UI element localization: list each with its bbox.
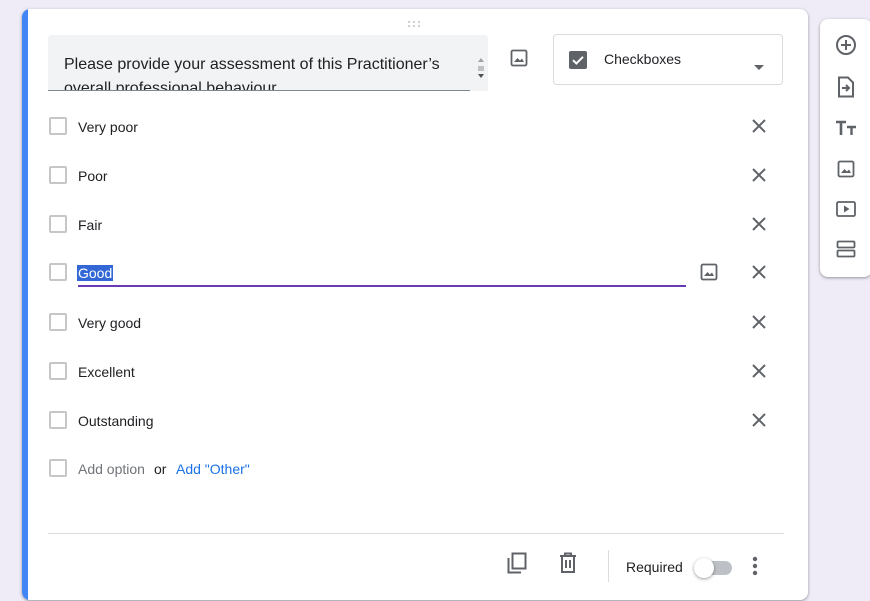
option-checkbox xyxy=(49,263,67,281)
question-type-label: Checkboxes xyxy=(604,51,682,67)
option-checkbox xyxy=(49,166,67,184)
add-option-link[interactable]: Add option xyxy=(78,461,145,477)
drag-handle-icon[interactable] xyxy=(406,15,422,27)
remove-option-close-icon[interactable] xyxy=(750,117,768,135)
question-card[interactable]: Please provide your assessment of this P… xyxy=(22,9,808,600)
add-question-icon[interactable] xyxy=(834,33,858,57)
option-row[interactable]: Excellent xyxy=(48,356,770,386)
add-option-row: Add option or Add "Other" xyxy=(48,453,548,483)
add-question-image-icon[interactable] xyxy=(508,47,530,69)
option-checkbox xyxy=(49,215,67,233)
option-label[interactable]: Fair xyxy=(78,217,102,233)
question-title-input[interactable]: Please provide your assessment of this P… xyxy=(48,35,488,91)
remove-option-close-icon[interactable] xyxy=(750,362,768,380)
option-input-underline[interactable] xyxy=(78,257,686,287)
required-toggle[interactable] xyxy=(694,558,734,578)
required-label: Required xyxy=(626,559,683,575)
option-label[interactable]: Very poor xyxy=(78,119,138,135)
more-vert-icon[interactable] xyxy=(752,556,758,581)
checkbox-checked-icon xyxy=(569,51,587,74)
option-row[interactable]: Fair xyxy=(48,209,770,239)
option-checkbox xyxy=(49,117,67,135)
chevron-down-icon xyxy=(754,57,764,75)
question-type-select[interactable]: Checkboxes xyxy=(553,34,783,85)
remove-option-close-icon[interactable] xyxy=(750,313,768,331)
question-footer: Required xyxy=(22,534,808,600)
option-checkbox xyxy=(49,459,67,477)
import-questions-icon[interactable] xyxy=(834,75,858,99)
remove-option-close-icon[interactable] xyxy=(750,263,768,281)
question-title-text: Please provide your assessment of this P… xyxy=(64,56,440,91)
toggle-thumb xyxy=(694,558,714,578)
side-toolbar xyxy=(820,19,870,277)
add-image-icon[interactable] xyxy=(834,157,858,181)
option-label[interactable]: Excellent xyxy=(78,364,135,380)
add-other-link[interactable]: Add "Other" xyxy=(176,461,250,477)
add-option-image-icon[interactable] xyxy=(700,263,718,281)
option-row[interactable]: Poor xyxy=(48,160,770,190)
option-checkbox xyxy=(49,411,67,429)
option-label[interactable]: Very good xyxy=(78,315,141,331)
remove-option-close-icon[interactable] xyxy=(750,215,768,233)
card-accent-bar xyxy=(22,9,28,600)
option-label[interactable]: Poor xyxy=(78,168,108,184)
trash-icon[interactable] xyxy=(558,552,578,579)
option-row[interactable]: Outstanding xyxy=(48,405,770,435)
or-text: or xyxy=(154,461,167,477)
option-row[interactable]: Very poor xyxy=(48,111,770,141)
option-row-active[interactable]: Good xyxy=(48,257,770,287)
option-label-selected[interactable]: Good xyxy=(77,265,114,281)
option-checkbox xyxy=(49,313,67,331)
question-scrollbar[interactable] xyxy=(474,53,488,91)
footer-separator xyxy=(608,550,609,582)
remove-option-close-icon[interactable] xyxy=(750,411,768,429)
option-row[interactable]: Very good xyxy=(48,307,770,337)
remove-option-close-icon[interactable] xyxy=(750,166,768,184)
duplicate-icon[interactable] xyxy=(506,552,528,579)
option-checkbox xyxy=(49,362,67,380)
add-video-icon[interactable] xyxy=(834,197,858,221)
question-title-underline xyxy=(48,90,470,91)
add-section-icon[interactable] xyxy=(834,237,858,261)
add-title-icon[interactable] xyxy=(834,116,858,140)
option-label[interactable]: Outstanding xyxy=(78,413,154,429)
